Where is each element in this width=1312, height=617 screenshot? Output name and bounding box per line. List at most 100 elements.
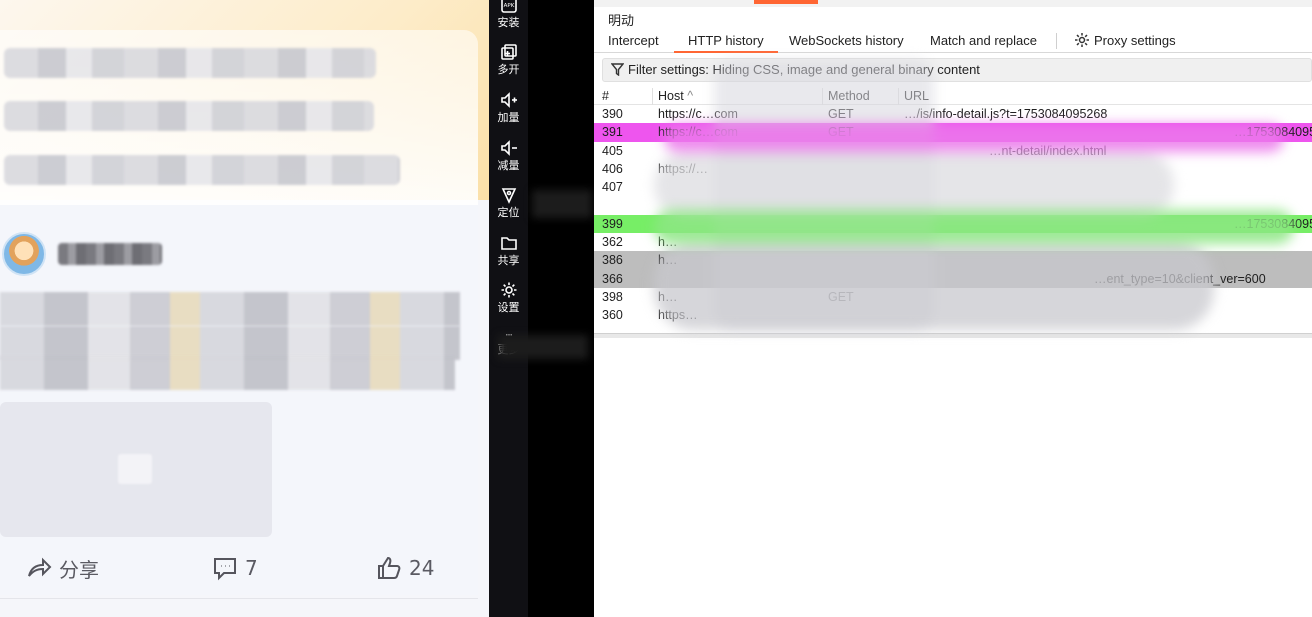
column-header-url[interactable]: URL — [904, 89, 929, 103]
column-header-number[interactable]: # — [602, 89, 609, 103]
volume-down-icon — [500, 140, 517, 156]
censored-text-line — [4, 48, 376, 78]
table-row[interactable]: 406 https://… — [594, 160, 1312, 178]
tab-http-history[interactable]: HTTP history — [674, 29, 778, 53]
tab-websockets-history[interactable]: WebSockets history — [775, 29, 918, 53]
active-tab-indicator — [754, 0, 818, 4]
column-divider[interactable] — [652, 88, 653, 105]
post-image[interactable] — [0, 402, 272, 537]
row-number: 391 — [602, 125, 623, 140]
svg-text:APK: APK — [503, 3, 514, 9]
toolbar-volume-down-button[interactable]: 减量 — [489, 139, 528, 173]
burp-proxy-window: 明动 Intercept HTTP history WebSockets his… — [594, 0, 1312, 617]
volume-up-icon — [500, 92, 517, 108]
comment-count: 7 — [245, 556, 258, 580]
row-host: h… — [658, 235, 678, 250]
avatar[interactable] — [2, 232, 46, 276]
toolbar-install-button[interactable]: APK 安装 — [489, 0, 528, 30]
censored-text-line — [4, 155, 400, 185]
tab-match-and-replace[interactable]: Match and replace — [916, 29, 1051, 53]
column-header-host[interactable]: Host ^ — [658, 89, 693, 103]
table-row[interactable]: 391 https://c…com GET …1753084095 — [594, 123, 1312, 142]
toolbar-settings-button[interactable]: 设置 — [489, 281, 528, 315]
tab-intercept[interactable]: Intercept — [594, 29, 673, 53]
toolbar-share-label: 共享 — [497, 254, 520, 267]
mobile-feed-panel: 分享 7 24 — [0, 0, 489, 617]
gear-icon — [1075, 33, 1089, 47]
censored-post-text[interactable] — [0, 356, 455, 390]
censor-smudge — [498, 335, 588, 359]
comment-icon — [214, 558, 236, 581]
table-row[interactable]: 398 h… GET — [594, 288, 1312, 306]
column-header-method[interactable]: Method — [828, 89, 870, 103]
comment-button[interactable]: 7 — [211, 553, 258, 583]
menu-label[interactable]: 明动 — [608, 10, 634, 29]
row-number: 406 — [602, 161, 623, 176]
row-number: 407 — [602, 180, 623, 195]
row-url: …/is/info-detail.js?t=1753084095268 — [904, 107, 1108, 121]
row-method: GET — [828, 107, 854, 121]
multi-window-icon — [500, 44, 517, 60]
censored-post-text[interactable] — [0, 326, 460, 360]
location-pin-icon — [501, 188, 516, 204]
row-number: 386 — [602, 253, 623, 268]
row-url: …ent_type=10&client_ver=600 — [1094, 271, 1266, 286]
tab-separator — [1056, 33, 1057, 49]
toolbar-volume-down-label: 减量 — [497, 159, 520, 172]
emulator-toolbar: APK 安装 多开 加量 减量 定位 共享 设置 更多 — [489, 0, 528, 617]
folder-icon — [500, 237, 517, 250]
row-url: …nt-detail/index.html — [989, 143, 1107, 158]
row-method: GET — [828, 125, 854, 140]
share-label: 分享 — [59, 557, 99, 582]
column-divider[interactable] — [898, 88, 899, 105]
tab-proxy-settings[interactable]: Proxy settings — [1060, 29, 1190, 53]
share-button[interactable]: 分享 — [25, 553, 99, 583]
row-host: h… — [658, 289, 678, 304]
censored-post-text[interactable] — [0, 292, 460, 326]
censor-smudge — [532, 190, 592, 218]
row-url: …1753084095 — [1234, 125, 1312, 140]
image-placeholder-icon — [118, 454, 152, 484]
row-number: 390 — [602, 107, 623, 121]
toolbar-multi-instance-label: 多开 — [497, 63, 520, 76]
toolbar-location-label: 定位 — [497, 206, 520, 219]
row-number: 398 — [602, 289, 623, 304]
column-header-host-label: Host — [658, 89, 684, 103]
thumbs-up-icon — [378, 556, 401, 579]
row-method: GET — [828, 289, 854, 304]
apk-icon: APK — [500, 0, 517, 13]
table-row[interactable]: 390 https://c…com GET …/is/info-detail.js?t… — [594, 105, 1312, 123]
tab-proxy-settings-label: Proxy settings — [1094, 33, 1176, 48]
toolbar-settings-label: 设置 — [497, 301, 520, 314]
toolbar-share-button[interactable]: 共享 — [489, 234, 528, 268]
like-button[interactable]: 24 — [375, 553, 434, 583]
share-icon — [28, 557, 52, 577]
row-host: https://… — [658, 161, 709, 176]
censored-username[interactable] — [58, 243, 162, 265]
table-header: # Host ^ Method URL — [594, 88, 1312, 105]
toolbar-multi-instance-button[interactable]: 多开 — [489, 43, 528, 77]
table-row[interactable]: 386 h… — [594, 251, 1312, 270]
like-count: 24 — [409, 556, 435, 580]
toolbar-location-button[interactable]: 定位 — [489, 186, 528, 220]
table-row[interactable]: 405 …nt-detail/index.html — [594, 142, 1312, 160]
table-row[interactable]: 399 …1753084095 — [594, 214, 1312, 234]
toolbar-volume-up-label: 加量 — [497, 111, 520, 124]
column-divider[interactable] — [822, 88, 823, 105]
divider — [0, 598, 478, 599]
toolbar-install-label: 安装 — [497, 16, 520, 29]
filter-bar[interactable]: Filter settings: Hiding CSS, image and g… — [602, 58, 1312, 82]
table-row[interactable]: 362 h… — [594, 233, 1312, 251]
table-row[interactable]: 360 https… — [594, 306, 1312, 324]
table-row[interactable]: 366 …ent_type=10&client_ver=600 — [594, 269, 1312, 288]
row-number: 362 — [602, 235, 623, 250]
filter-text: Filter settings: Hiding CSS, image and g… — [628, 62, 980, 77]
toolbar-volume-up-button[interactable]: 加量 — [489, 91, 528, 125]
filter-icon — [610, 63, 625, 77]
censored-text-line — [4, 101, 374, 131]
main-tab-strip — [594, 0, 1312, 7]
table-row[interactable] — [594, 196, 1312, 214]
row-number: 405 — [602, 143, 623, 158]
table-row[interactable]: 407 — [594, 178, 1312, 196]
table-split-handle[interactable] — [594, 333, 1312, 338]
